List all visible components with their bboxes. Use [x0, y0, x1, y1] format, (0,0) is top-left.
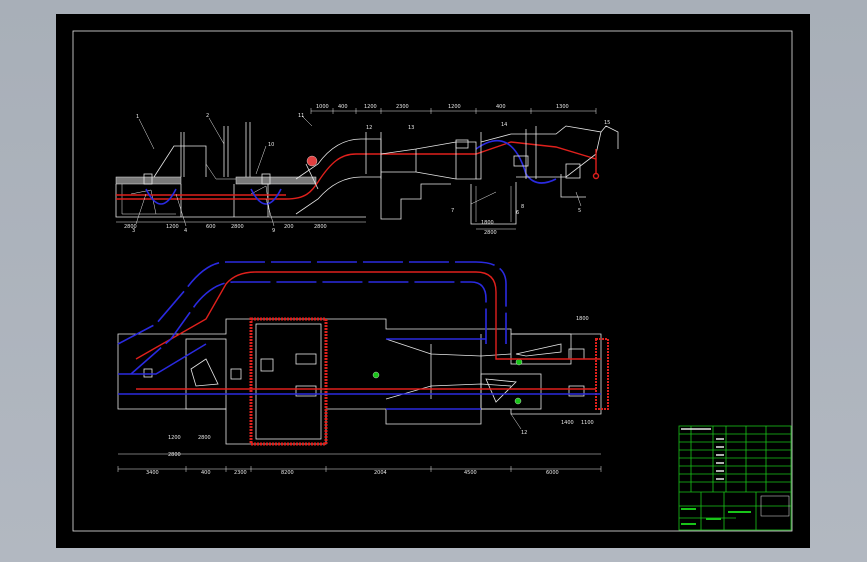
plan-right-dim-2: 1400 — [561, 420, 574, 426]
dim-bottom-5: 200 — [284, 224, 294, 230]
plan-dim-4: 8200 — [281, 470, 294, 476]
section-leaders: 1 2 3 4 5 6 7 8 9 10 11 12 13 14 15 — [132, 113, 610, 234]
dim-top-2: 400 — [338, 104, 348, 110]
leader-11: 11 — [298, 113, 304, 119]
leader-12: 12 — [366, 125, 372, 131]
green-marker-3 — [514, 397, 522, 405]
plan-bottom-dims: 3400 400 2300 8200 2004 4500 6000 1200 2… — [117, 316, 602, 476]
title-block — [678, 425, 792, 531]
dim-top-1: 1000 — [316, 104, 329, 110]
plan-dim-7: 6000 — [546, 470, 559, 476]
dim-top-7: 1300 — [556, 104, 569, 110]
dim-bottom-4: 2800 — [231, 224, 244, 230]
leader-1: 1 — [136, 114, 139, 120]
dim-top-4: 2300 — [396, 104, 409, 110]
plan-left-dim-1: 1200 — [168, 435, 181, 441]
plan-right-dim-3: 1100 — [581, 420, 594, 426]
leader-13: 13 — [408, 125, 414, 131]
plan-dim-5: 2004 — [374, 470, 387, 476]
leader-14: 14 — [501, 122, 507, 128]
plan-left-dim-3: 2800 — [168, 452, 181, 458]
leader-10: 10 — [268, 142, 274, 148]
red-hatched-building — [249, 317, 328, 446]
dim-top-5: 1200 — [448, 104, 461, 110]
plan-red-pipe — [135, 271, 601, 360]
leader-8: 8 — [521, 204, 524, 210]
leader-5: 5 — [578, 208, 581, 214]
plan-outline — [117, 318, 602, 445]
leader-7: 7 — [451, 208, 454, 214]
plan-left-dim-2: 2800 — [198, 435, 211, 441]
left-structures — [130, 122, 271, 217]
plan-dim-1: 3400 — [146, 470, 159, 476]
dim-bottom-2: 1200 — [166, 224, 179, 230]
drawing-border — [72, 30, 793, 532]
plan-right-dim-1: 1800 — [576, 316, 589, 322]
dim-bottom-3: 600 — [206, 224, 216, 230]
green-marker-1 — [372, 371, 380, 379]
dim-bottom-8: 2800 — [484, 230, 497, 236]
dim-bottom-6: 2800 — [314, 224, 327, 230]
cad-window: 1000 400 1200 2300 1200 400 1300 2800 12… — [0, 0, 867, 562]
cad-drawing: 1000 400 1200 2300 1200 400 1300 2800 12… — [72, 30, 793, 532]
plan-dim-6: 4500 — [464, 470, 477, 476]
plan-view: 3400 400 2300 8200 2004 4500 6000 1200 2… — [117, 261, 609, 476]
leader-9: 9 — [272, 228, 275, 234]
section-blue-arc-1 — [145, 188, 177, 205]
section-view: 1000 400 1200 2300 1200 400 1300 2800 12… — [115, 104, 619, 236]
middle-channel — [295, 132, 482, 220]
section-bottom-dims: 2800 1200 600 2800 200 2800 1800 2800 — [116, 220, 516, 236]
green-marker-2 — [515, 358, 523, 366]
dim-top-6: 400 — [496, 104, 506, 110]
section-top-dims: 1000 400 1200 2300 1200 400 1300 — [310, 104, 597, 114]
section-ground — [115, 176, 366, 218]
dim-bottom-7: 1800 — [481, 220, 494, 226]
dim-top-3: 1200 — [364, 104, 377, 110]
drawing-sheet: 1000 400 1200 2300 1200 400 1300 2800 12… — [56, 14, 810, 548]
section-blue-arc-2 — [250, 188, 282, 205]
leader-4: 4 — [184, 228, 187, 234]
plan-leader-12: 12 — [521, 430, 527, 436]
plan-dim-3: 2300 — [234, 470, 247, 476]
plan-blue-pipe-inner — [130, 281, 487, 375]
leader-15: 15 — [604, 120, 610, 126]
leader-6: 6 — [516, 210, 519, 216]
plan-dim-2: 400 — [201, 470, 211, 476]
section-red-line — [116, 141, 597, 200]
leader-2: 2 — [206, 113, 209, 119]
leader-3: 3 — [132, 228, 135, 234]
